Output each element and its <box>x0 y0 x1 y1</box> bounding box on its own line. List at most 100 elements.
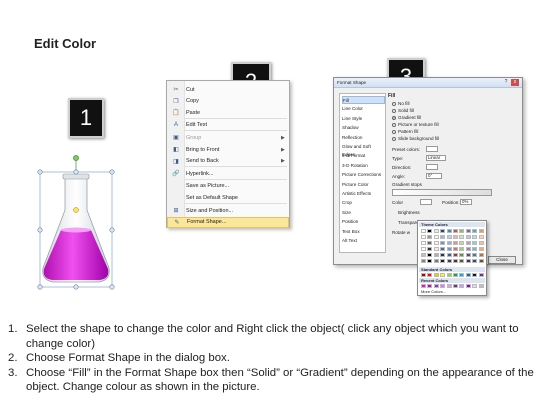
theme-shade-swatch[interactable] <box>465 235 471 239</box>
nav-item-13[interactable]: Position <box>342 218 385 226</box>
menu-item-3[interactable]: A Edit Text <box>167 120 289 131</box>
menu-item-9[interactable]: Set as Default Shape <box>167 192 289 203</box>
theme-shade-swatch[interactable] <box>453 259 458 263</box>
theme-shade-swatch[interactable] <box>427 259 433 263</box>
theme-shade-swatch[interactable] <box>421 241 426 245</box>
theme-color-swatch[interactable] <box>453 229 458 233</box>
theme-shade-swatch[interactable] <box>440 247 446 251</box>
theme-shade-swatch[interactable] <box>478 235 484 239</box>
standard-color-swatch[interactable] <box>472 273 478 277</box>
recent-color-swatch[interactable] <box>459 284 465 288</box>
nav-item-4[interactable]: Reflection <box>342 134 385 142</box>
nav-item-10[interactable]: Artistic Effects <box>342 190 385 198</box>
theme-shade-swatch[interactable] <box>446 241 452 245</box>
theme-shade-swatch[interactable] <box>427 253 433 257</box>
nav-item-15[interactable]: Alt Text <box>342 237 385 245</box>
standard-color-swatch[interactable] <box>478 273 484 277</box>
nav-item-2[interactable]: Line Style <box>342 115 385 123</box>
theme-shade-swatch[interactable] <box>472 253 478 257</box>
recent-color-swatch[interactable] <box>427 284 433 288</box>
theme-shade-swatch[interactable] <box>465 259 471 263</box>
theme-shade-swatch[interactable] <box>421 253 426 257</box>
help-icon[interactable]: ? <box>503 79 509 86</box>
fill-option-1[interactable]: Solid fill <box>392 108 414 113</box>
recent-color-swatch[interactable] <box>446 284 452 288</box>
theme-shade-swatch[interactable] <box>459 259 465 263</box>
recent-color-swatch[interactable] <box>440 284 446 288</box>
theme-color-swatch[interactable] <box>472 229 478 233</box>
fill-option-4[interactable]: Pattern fill <box>392 129 418 134</box>
fill-option-3[interactable]: Picture or texture fill <box>392 122 439 127</box>
theme-color-swatch[interactable] <box>478 229 484 233</box>
dialog-title-bar[interactable]: Format Shape ? x <box>334 78 522 88</box>
theme-shade-swatch[interactable] <box>453 235 458 239</box>
close-icon[interactable]: x <box>511 79 519 86</box>
theme-color-swatch[interactable] <box>440 229 446 233</box>
theme-shade-swatch[interactable] <box>478 241 484 245</box>
theme-shade-swatch[interactable] <box>433 235 439 239</box>
theme-shade-swatch[interactable] <box>421 259 426 263</box>
theme-shade-swatch[interactable] <box>453 247 458 251</box>
radio-button[interactable] <box>392 108 396 113</box>
nav-item-6[interactable]: 3-D Format <box>342 152 385 160</box>
theme-shade-swatch[interactable] <box>427 235 433 239</box>
menu-item-2[interactable]: 📋 Paste <box>167 107 289 118</box>
nav-item-11[interactable]: Crop <box>342 199 385 207</box>
theme-color-swatch[interactable] <box>465 229 471 233</box>
theme-color-swatch[interactable] <box>421 229 426 233</box>
recent-color-swatch[interactable] <box>478 284 484 288</box>
standard-color-swatch[interactable] <box>427 273 433 277</box>
type-dropdown[interactable]: Linear <box>426 155 446 161</box>
fill-option-2[interactable]: Gradient fill <box>392 115 421 120</box>
close-button[interactable]: Close <box>488 256 516 264</box>
radio-button[interactable] <box>392 129 396 134</box>
nav-item-8[interactable]: Picture Corrections <box>342 171 385 179</box>
theme-shade-swatch[interactable] <box>472 247 478 251</box>
nav-item-9[interactable]: Picture Color <box>342 181 385 189</box>
radio-button[interactable] <box>392 122 396 127</box>
position-input[interactable]: 0% <box>460 199 472 205</box>
theme-shade-swatch[interactable] <box>421 235 426 239</box>
theme-shade-swatch[interactable] <box>478 259 484 263</box>
standard-color-swatch[interactable] <box>446 273 452 277</box>
theme-shade-swatch[interactable] <box>446 235 452 239</box>
recent-color-swatch[interactable] <box>453 284 458 288</box>
direction-dropdown[interactable] <box>426 164 438 170</box>
nav-item-14[interactable]: Text Box <box>342 228 385 236</box>
gradient-stops-slider[interactable] <box>392 189 492 196</box>
standard-color-swatch[interactable] <box>453 273 458 277</box>
recent-color-swatch[interactable] <box>472 284 478 288</box>
theme-shade-swatch[interactable] <box>472 235 478 239</box>
theme-shade-swatch[interactable] <box>478 247 484 251</box>
nav-item-1[interactable]: Line Color <box>342 105 385 113</box>
theme-shade-swatch[interactable] <box>446 259 452 263</box>
theme-shade-swatch[interactable] <box>459 235 465 239</box>
theme-shade-swatch[interactable] <box>440 253 446 257</box>
radio-button[interactable] <box>392 115 396 120</box>
nav-item-7[interactable]: 3-D Rotation <box>342 162 385 170</box>
theme-shade-swatch[interactable] <box>459 247 465 251</box>
radio-button[interactable] <box>392 101 396 106</box>
theme-shade-swatch[interactable] <box>433 247 439 251</box>
theme-shade-swatch[interactable] <box>427 241 433 245</box>
flask-shape[interactable] <box>37 150 117 290</box>
theme-shade-swatch[interactable] <box>465 247 471 251</box>
menu-item-1[interactable]: ❐ Copy <box>167 96 289 107</box>
theme-shade-swatch[interactable] <box>440 235 446 239</box>
theme-color-swatch[interactable] <box>433 229 439 233</box>
nav-item-5[interactable]: Glow and Soft Edges <box>342 143 385 157</box>
standard-color-swatch[interactable] <box>440 273 446 277</box>
angle-input[interactable]: 0° <box>426 173 442 179</box>
preset-colors-dropdown[interactable] <box>426 146 438 152</box>
theme-color-swatch[interactable] <box>459 229 465 233</box>
theme-color-swatch[interactable] <box>427 229 433 233</box>
color-dropdown[interactable] <box>420 199 432 205</box>
theme-shade-swatch[interactable] <box>453 253 458 257</box>
theme-shade-swatch[interactable] <box>433 259 439 263</box>
standard-color-swatch[interactable] <box>459 273 465 277</box>
fill-option-0[interactable]: No fill <box>392 101 410 106</box>
menu-item-4[interactable]: ▣ Group ▶ <box>167 132 289 143</box>
theme-shade-swatch[interactable] <box>427 247 433 251</box>
recent-color-swatch[interactable] <box>421 284 426 288</box>
theme-shade-swatch[interactable] <box>459 241 465 245</box>
